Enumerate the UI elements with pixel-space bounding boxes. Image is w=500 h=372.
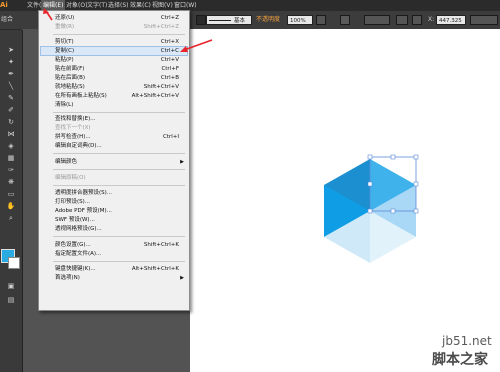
annotation-arrow (183, 39, 213, 51)
annotation-arrowhead (43, 8, 49, 14)
watermark-brand: 脚本之家 (432, 352, 488, 368)
watermark-url: jb51.net (442, 334, 492, 348)
annotation-arrowhead (180, 46, 188, 52)
annotation-overlay (43, 8, 213, 52)
